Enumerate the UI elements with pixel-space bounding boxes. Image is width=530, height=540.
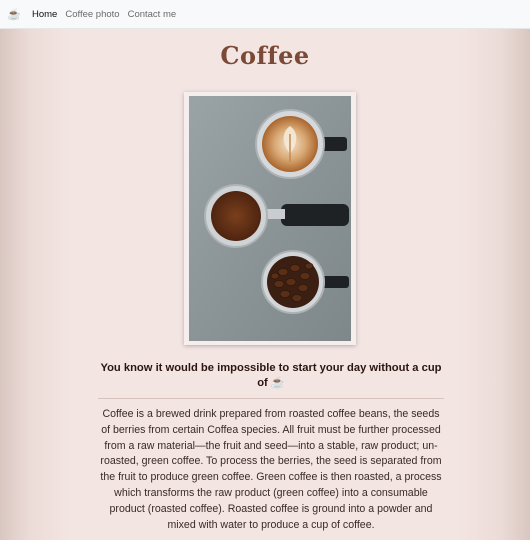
nav-link-contact-me[interactable]: Contact me: [128, 9, 177, 20]
main-content: Coffee You know it would be impossible t…: [0, 29, 530, 540]
nav-link-coffee-photo[interactable]: Coffee photo: [65, 9, 119, 20]
coffee-photo-frame: [184, 92, 356, 345]
tagline: You know it would be impossible to start…: [100, 362, 442, 389]
coffee-description: Coffee is a brewed drink prepared from r…: [100, 408, 442, 531]
page-title: Coffee: [220, 41, 310, 70]
nav-link-home[interactable]: Home: [32, 9, 57, 20]
coffee-cup-brand-icon[interactable]: ☕: [6, 8, 22, 21]
coffee-photo: [189, 96, 351, 341]
navbar: ☕ Home Coffee photo Contact me: [0, 0, 530, 29]
divider: [98, 398, 444, 399]
